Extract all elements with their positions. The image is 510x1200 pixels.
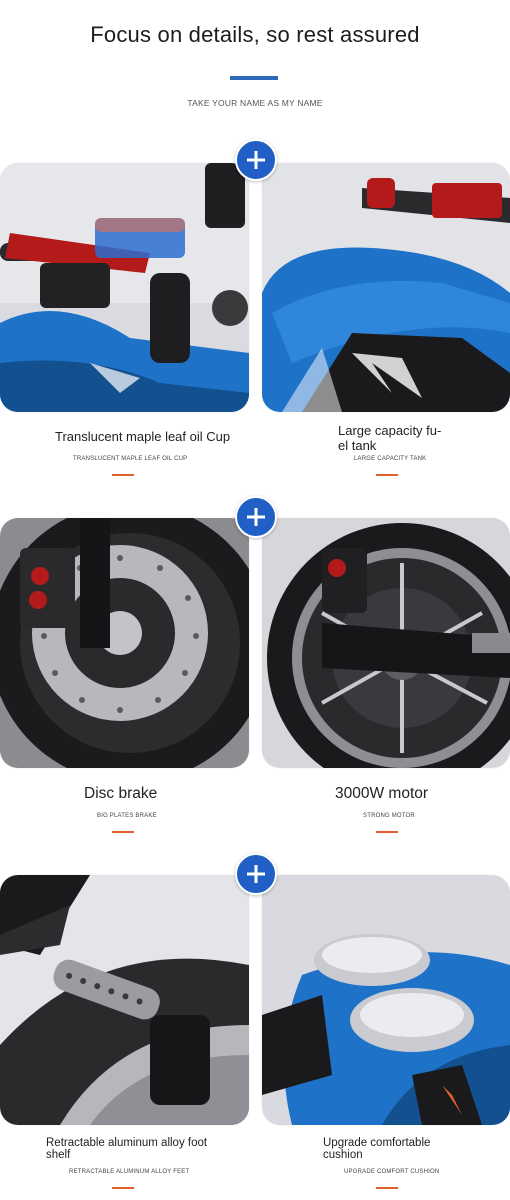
feature-subtitle: LARGE CAPACITY TANK: [354, 456, 427, 462]
page-title: Focus on details, so rest assured: [90, 22, 420, 47]
plus-icon: [235, 496, 277, 538]
feature-title: Large capacity fu- el tank: [338, 423, 442, 453]
feature-title: Translucent maple leaf oil Cup: [55, 429, 231, 444]
feature-subtitle: UPGRADE COMFORT CUSHION: [344, 1169, 440, 1175]
disc-brake-photo: [0, 518, 249, 768]
feature-subtitle: TRANSLUCENT MAPLE LEAF OIL CUP: [73, 456, 188, 462]
seat-photo: [262, 875, 510, 1125]
fuel-tank-photo: [262, 163, 510, 412]
feature-divider: [376, 1187, 398, 1189]
plus-icon: [235, 139, 277, 181]
feature-subtitle: RETRACTABLE ALUMINUM ALLOY FEET: [69, 1169, 190, 1175]
feature-title: Retractable aluminum alloy foot shelf: [46, 1137, 208, 1161]
feature-divider: [376, 474, 398, 476]
feature-divider: [376, 831, 398, 833]
feature-divider: [112, 1187, 134, 1189]
feature-subtitle: STRONG MOTOR: [363, 813, 415, 819]
feature-title: Upgrade comfortable cushion: [323, 1137, 431, 1161]
feature-divider: [112, 831, 134, 833]
plus-icon: [235, 853, 277, 895]
foot-peg-photo: [0, 875, 249, 1125]
oil-cup-photo: [0, 163, 249, 412]
page-subtitle: TAKE YOUR NAME AS MY NAME: [187, 98, 323, 108]
title-underline: [230, 76, 278, 80]
feature-title: Disc brake: [84, 785, 158, 802]
feature-divider: [112, 474, 134, 476]
motor-photo: [262, 518, 510, 768]
feature-subtitle: BIG PLATES BRAKE: [97, 813, 157, 819]
feature-title: 3000W motor: [335, 785, 429, 802]
